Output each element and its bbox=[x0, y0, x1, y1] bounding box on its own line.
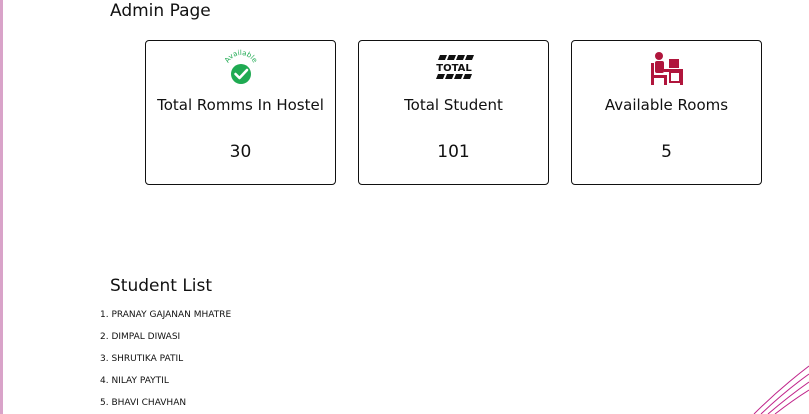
svg-text:Available: Available bbox=[223, 49, 259, 64]
card-total-rooms[interactable]: Available Total Romms In Hostel 30 bbox=[145, 40, 336, 185]
student-list: 1. PRANAY GAJANAN MHATRE 2. DIMPAL DIWAS… bbox=[100, 308, 231, 414]
total-logo-icon: TOTAL bbox=[359, 49, 548, 89]
list-item: 5. BHAVI CHAVHAN bbox=[100, 398, 187, 408]
list-item: 1. PRANAY GAJANAN MHATRE bbox=[100, 310, 232, 320]
card-value: 30 bbox=[229, 142, 252, 162]
student-list-title: Student List bbox=[110, 276, 213, 296]
admin-page: Admin Page Available Total Romms In Host… bbox=[0, 0, 809, 414]
svg-text:TOTAL: TOTAL bbox=[436, 63, 472, 74]
student-desk-icon bbox=[572, 49, 761, 89]
card-available-rooms[interactable]: Available Rooms 5 bbox=[571, 40, 762, 185]
card-total-student[interactable]: TOTAL Total Student 101 bbox=[358, 40, 549, 185]
list-item: 2. DIMPAL DIWASI bbox=[100, 332, 181, 342]
decorative-lines-icon bbox=[753, 365, 809, 414]
list-item: 4. NILAY PAYTIL bbox=[100, 376, 169, 386]
card-value: 5 bbox=[661, 142, 672, 162]
available-check-icon: Available bbox=[146, 49, 335, 89]
page-title: Admin Page bbox=[110, 1, 211, 21]
list-item: 3. SHRUTIKA PATIL bbox=[100, 354, 184, 364]
card-label: Available Rooms bbox=[604, 96, 729, 114]
card-label: Total Student bbox=[404, 96, 503, 114]
card-value: 101 bbox=[437, 142, 470, 162]
left-accent-bar bbox=[0, 0, 3, 414]
card-label: Total Romms In Hostel bbox=[157, 96, 324, 114]
stats-cards: Available Total Romms In Hostel 30 TOTAL bbox=[145, 40, 763, 185]
